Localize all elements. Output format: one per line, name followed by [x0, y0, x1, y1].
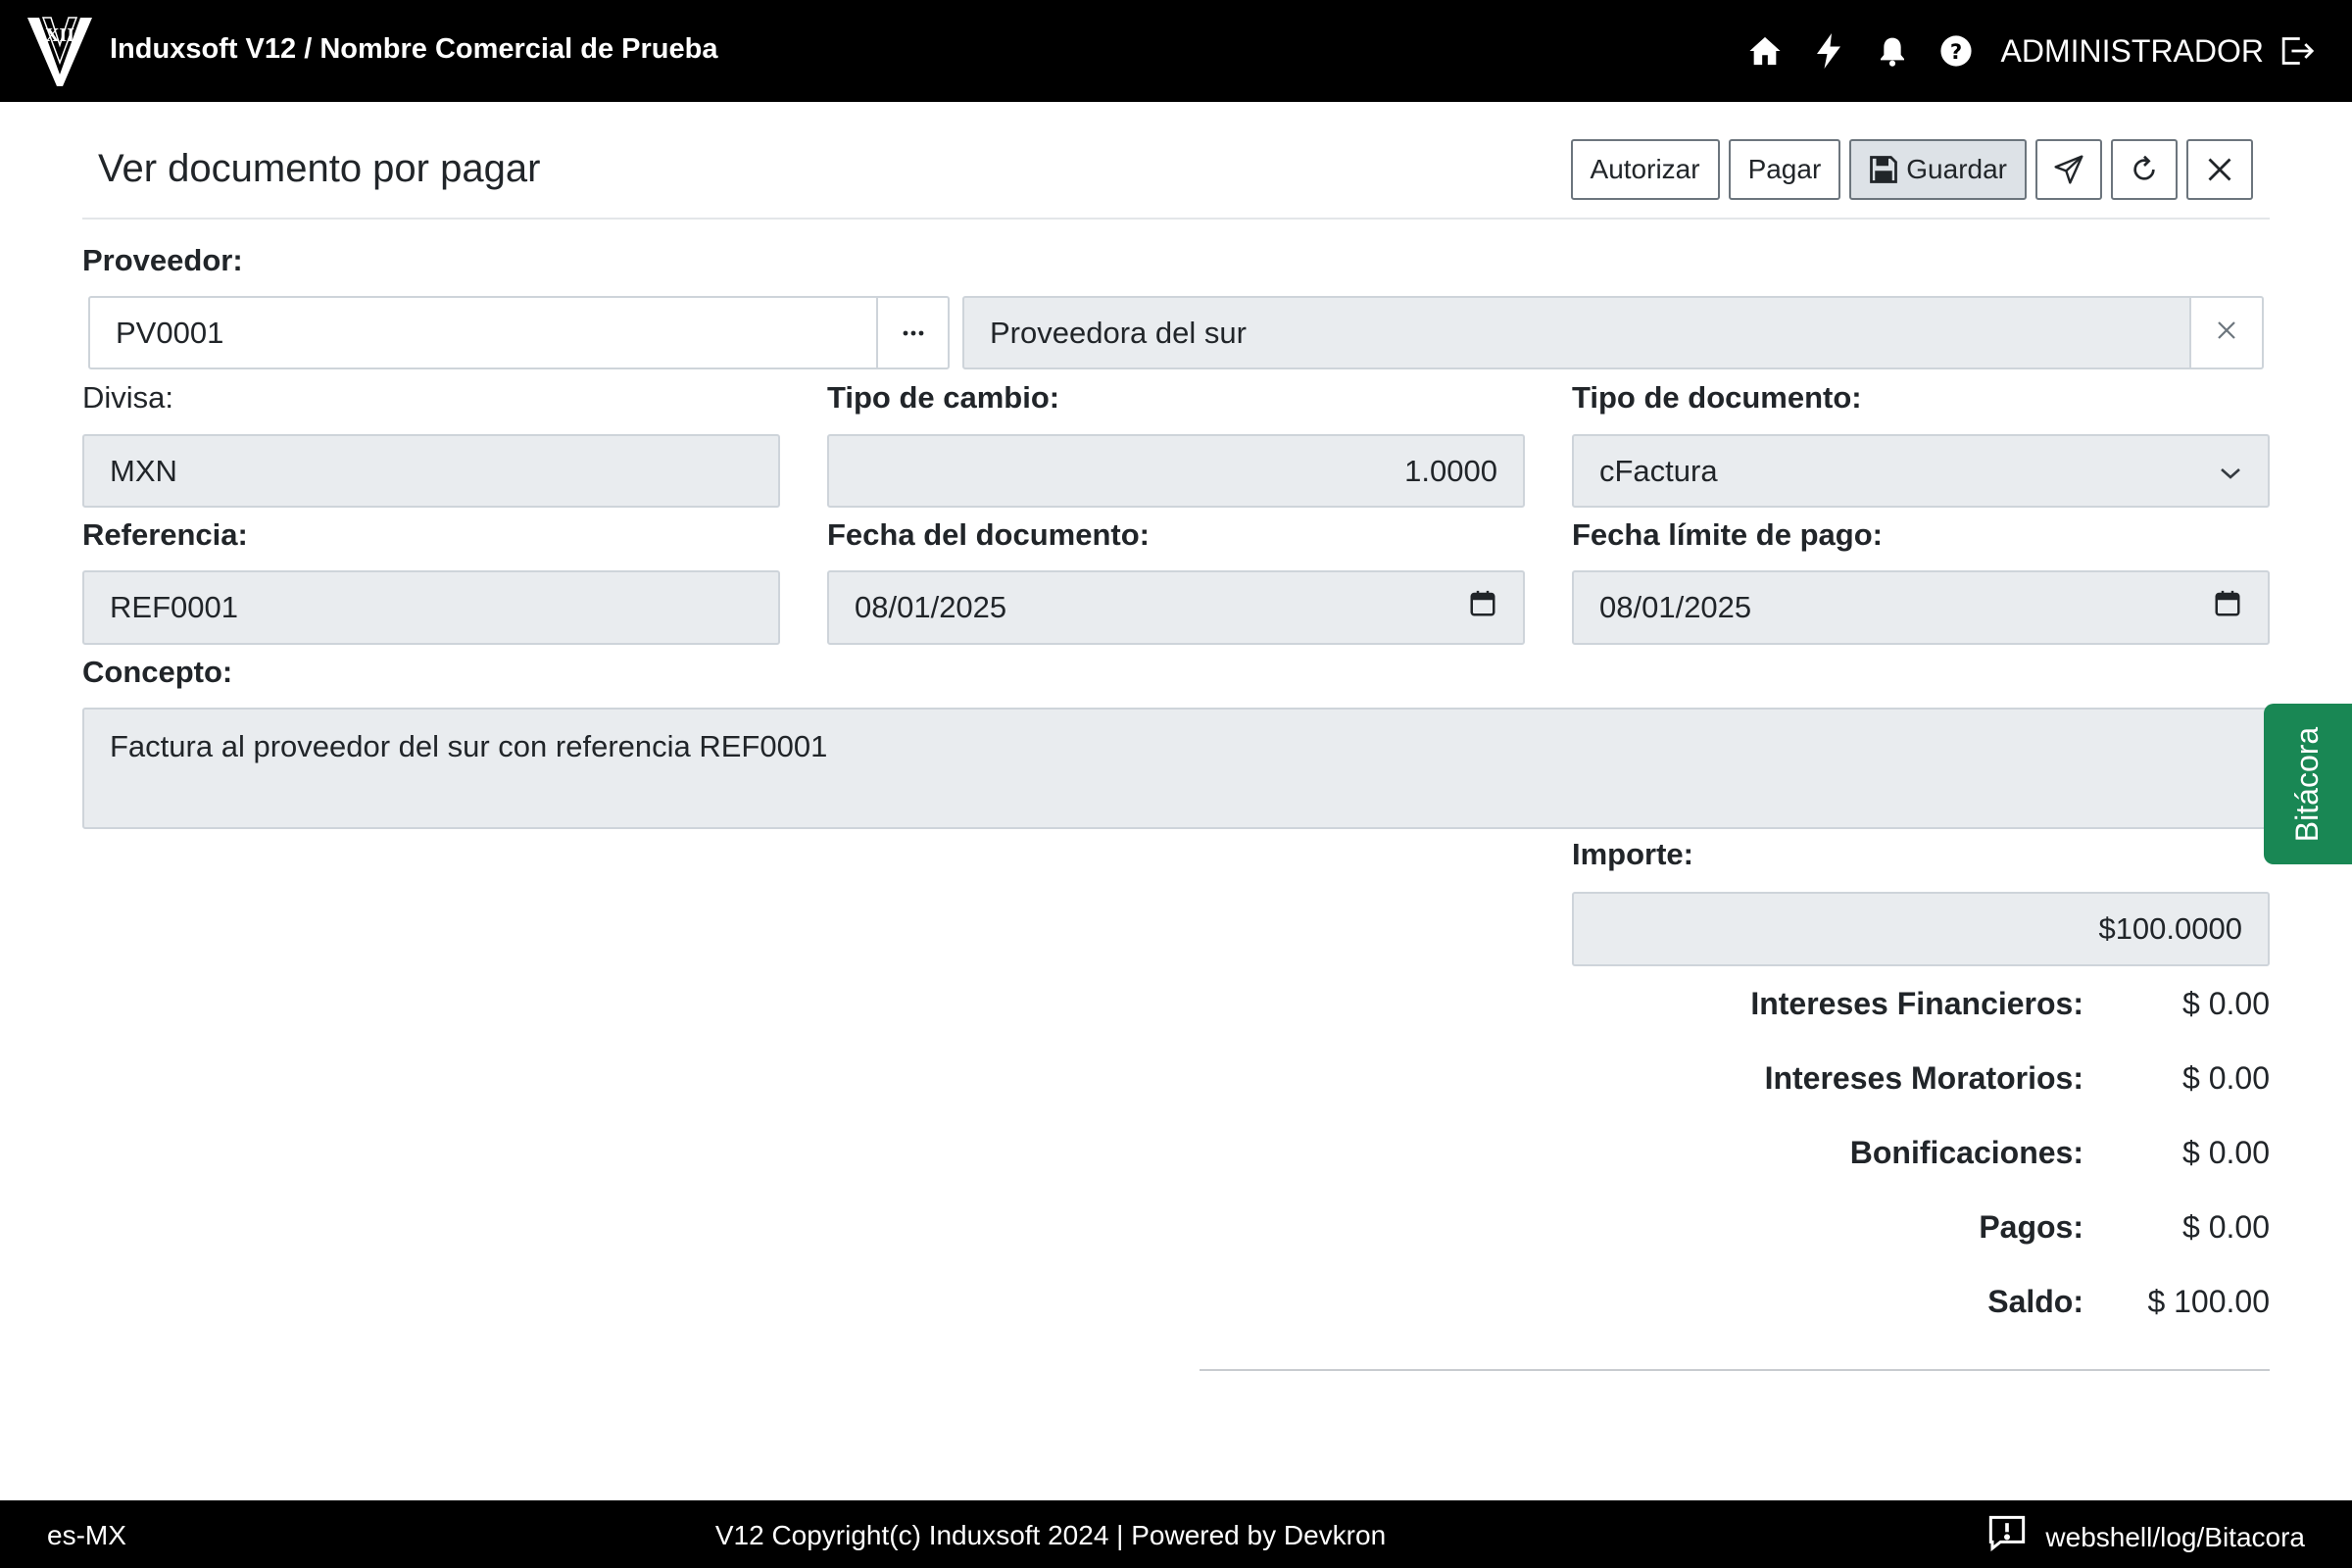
page-title: Ver documento por pagar	[98, 147, 541, 190]
footer-copyright: V12 Copyright(c) Induxsoft 2024 | Powere…	[714, 1520, 1387, 1550]
toolbar: Autorizar Pagar Guardar	[1562, 139, 2253, 200]
logo-text: XII	[45, 24, 74, 46]
tipo-cambio-field[interactable]: 1.0000	[827, 434, 1525, 508]
ellipsis-icon	[902, 324, 925, 342]
divisa-label: Divisa:	[82, 380, 174, 415]
pay-button[interactable]: Pagar	[1728, 139, 1841, 200]
log-path: webshell/log/Bitacora	[2045, 1521, 2305, 1552]
totals-divider	[1200, 1369, 2270, 1371]
concepto-textarea[interactable]: Factura al proveedor del sur con referen…	[82, 708, 2278, 829]
referencia-label: Referencia:	[82, 517, 248, 552]
tipo-documento-value: cFactura	[1599, 453, 1718, 488]
proveedor-code-value: PV0001	[116, 315, 224, 350]
tipo-cambio-label: Tipo de cambio:	[827, 380, 1060, 415]
svg-text:?: ?	[1949, 40, 1961, 65]
importe-field[interactable]: $100.0000	[1572, 892, 2270, 966]
footer: es-MX V12 Copyright(c) Induxsoft 2024 | …	[0, 1500, 2352, 1568]
bell-icon[interactable]	[1873, 31, 1912, 71]
calendar-icon[interactable]	[2213, 589, 2242, 626]
saldo-label: Saldo:	[1987, 1284, 2083, 1319]
chevron-down-icon	[2219, 454, 2242, 489]
logout-icon[interactable]	[2278, 31, 2317, 71]
bitacora-side-tab[interactable]: Bitácora	[2264, 704, 2352, 864]
calendar-icon[interactable]	[1468, 589, 1497, 626]
close-button[interactable]	[2186, 139, 2253, 200]
tipo-documento-label: Tipo de documento:	[1572, 380, 1862, 415]
bonificaciones-label: Bonificaciones:	[1849, 1135, 2083, 1170]
refresh-icon	[2129, 154, 2160, 185]
proveedor-search-button[interactable]	[876, 296, 950, 369]
induxsoft-logo[interactable]: XII	[25, 14, 94, 88]
pagos-value: $ 0.00	[2182, 1209, 2270, 1245]
referencia-input[interactable]: REF0001	[82, 570, 780, 645]
proveedor-name-input[interactable]: Proveedora del sur	[962, 296, 2191, 369]
proveedor-clear-button[interactable]	[2189, 296, 2264, 369]
refresh-button[interactable]	[2111, 139, 2178, 200]
home-icon[interactable]	[1745, 31, 1785, 71]
pagos-label: Pagos:	[1979, 1209, 2083, 1245]
importe-value: $100.0000	[2098, 911, 2242, 946]
tipo-documento-select[interactable]: cFactura	[1572, 434, 2270, 508]
fecha-documento-input[interactable]: 08/01/2025	[827, 570, 1525, 645]
intereses-moratorios-value: $ 0.00	[2182, 1060, 2270, 1096]
divisa-field[interactable]: MXN	[82, 434, 780, 508]
header-divider	[82, 218, 2270, 220]
log-link[interactable]: webshell/log/Bitacora	[1986, 1514, 2305, 1560]
fecha-limite-value: 08/01/2025	[1599, 590, 1752, 624]
importe-label: Importe:	[1572, 837, 1693, 871]
bolt-icon[interactable]	[1809, 31, 1848, 71]
clear-icon	[2217, 320, 2236, 345]
intereses-financieros-label: Intereses Financieros:	[1750, 986, 2083, 1021]
intereses-financieros-value: $ 0.00	[2182, 986, 2270, 1021]
user-name[interactable]: ADMINISTRADOR	[2001, 33, 2264, 70]
intereses-moratorios-label: Intereses Moratorios:	[1764, 1060, 2083, 1096]
feedback-icon	[1986, 1514, 2028, 1560]
send-button[interactable]	[2035, 139, 2102, 200]
concepto-label: Concepto:	[82, 655, 233, 689]
proveedor-label: Proveedor:	[82, 243, 243, 277]
bitacora-tab-label: Bitácora	[2289, 726, 2326, 842]
proveedor-name-value: Proveedora del sur	[990, 315, 1247, 350]
proveedor-code-input[interactable]: PV0001	[88, 296, 878, 369]
save-button[interactable]: Guardar	[1849, 139, 2027, 200]
tipo-cambio-value: 1.0000	[1404, 453, 1497, 488]
bonificaciones-value: $ 0.00	[2182, 1135, 2270, 1170]
fecha-documento-label: Fecha del documento:	[827, 517, 1150, 552]
referencia-value: REF0001	[110, 590, 238, 624]
fecha-limite-label: Fecha límite de pago:	[1572, 517, 1883, 552]
fecha-limite-input[interactable]: 08/01/2025	[1572, 570, 2270, 645]
send-icon	[2053, 154, 2084, 185]
concepto-value: Factura al proveedor del sur con referen…	[110, 729, 828, 763]
saldo-value: $ 100.00	[2147, 1284, 2270, 1319]
fecha-documento-value: 08/01/2025	[855, 590, 1007, 624]
top-navbar: XII Induxsoft V12 / Nombre Comercial de …	[0, 0, 2352, 102]
divisa-value: MXN	[110, 453, 177, 488]
floppy-disk-icon	[1869, 155, 1898, 184]
save-button-label: Guardar	[1906, 154, 2007, 184]
nav-icons: ? ADMINISTRADOR	[1721, 25, 2317, 76]
close-icon	[2206, 156, 2233, 183]
app-title: Induxsoft V12 / Nombre Comercial de Prue…	[110, 33, 718, 65]
authorize-button[interactable]: Autorizar	[1570, 139, 1720, 200]
help-icon[interactable]: ?	[1936, 31, 1976, 71]
